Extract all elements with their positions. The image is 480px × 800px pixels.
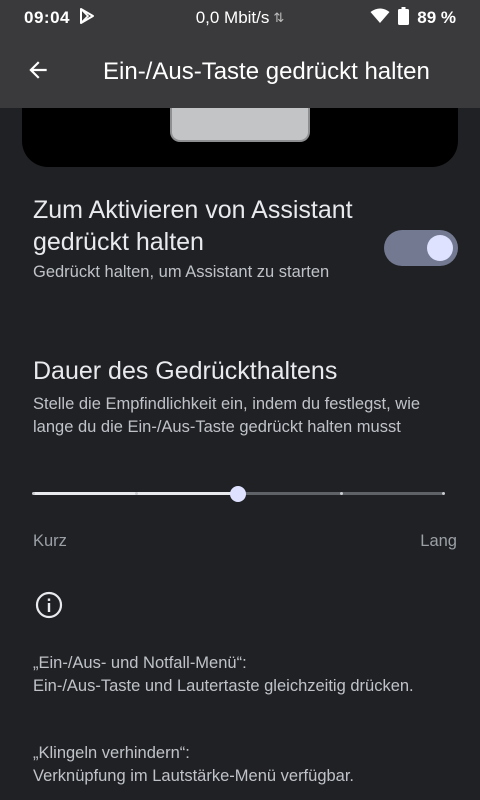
data-transfer-arrows-icon: ⇅ <box>273 10 285 25</box>
switch-thumb <box>427 235 453 261</box>
duration-title: Dauer des Gedrückthaltens <box>33 357 338 385</box>
duration-slider[interactable] <box>32 480 445 508</box>
battery-icon <box>398 6 410 30</box>
page-title: Ein-/Aus-Taste gedrückt halten <box>103 58 430 85</box>
duration-summary: Stelle die Empfindlichkeit ein, indem du… <box>33 395 421 436</box>
assistant-toggle-summary: Gedrückt halten, um Assistant zu starten <box>33 263 330 281</box>
phone-illustration <box>170 108 310 142</box>
network-speed: 0,0 Mbit/s <box>195 8 270 27</box>
prevent-ringing-note-title: „Klingeln verhindern“: <box>33 744 190 762</box>
back-button[interactable] <box>0 36 76 108</box>
status-bar-left: 09:04 <box>24 7 174 30</box>
app-bar: Ein-/Aus-Taste gedrückt halten <box>0 36 480 108</box>
slider-tick <box>134 492 138 495</box>
slider-tick <box>339 492 343 495</box>
power-menu-note: „Ein-/Aus- und Notfall-Menü“: Ein-/Aus-T… <box>33 652 463 698</box>
battery-percent: 89 % <box>417 8 456 27</box>
status-bar-center: 0,0 Mbit/s ⇅ <box>174 8 306 28</box>
slider-min-label: Kurz <box>33 532 67 550</box>
play-store-notification-icon <box>78 7 96 30</box>
wifi-icon <box>370 8 390 29</box>
assistant-toggle-preference[interactable]: Zum Aktivieren von Assistant gedrückt ha… <box>0 180 480 320</box>
status-bar-right: 89 % <box>306 6 456 30</box>
gesture-illustration <box>22 108 458 167</box>
status-time: 09:04 <box>24 8 70 27</box>
power-menu-note-body: Ein-/Aus-Taste und Lautertaste gleichzei… <box>33 677 414 695</box>
slider-tick <box>442 492 445 495</box>
power-menu-note-title: „Ein-/Aus- und Notfall-Menü“: <box>33 654 247 672</box>
prevent-ringing-note: „Klingeln verhindern“: Verknüpfung im La… <box>33 742 463 788</box>
info-outline-icon <box>35 591 63 619</box>
prevent-ringing-note-body: Verknüpfung im Lautstärke-Menü verfügbar… <box>33 767 355 785</box>
assistant-switch[interactable] <box>384 230 458 266</box>
slider-tick <box>32 492 35 495</box>
slider-thumb[interactable] <box>230 486 246 502</box>
slider-max-label: Lang <box>420 532 457 550</box>
status-bar: 09:04 0,0 Mbit/s ⇅ 89 % <box>0 0 480 36</box>
assistant-toggle-title: Zum Aktivieren von Assistant gedrückt ha… <box>33 196 353 256</box>
arrow-back-icon <box>25 57 51 88</box>
